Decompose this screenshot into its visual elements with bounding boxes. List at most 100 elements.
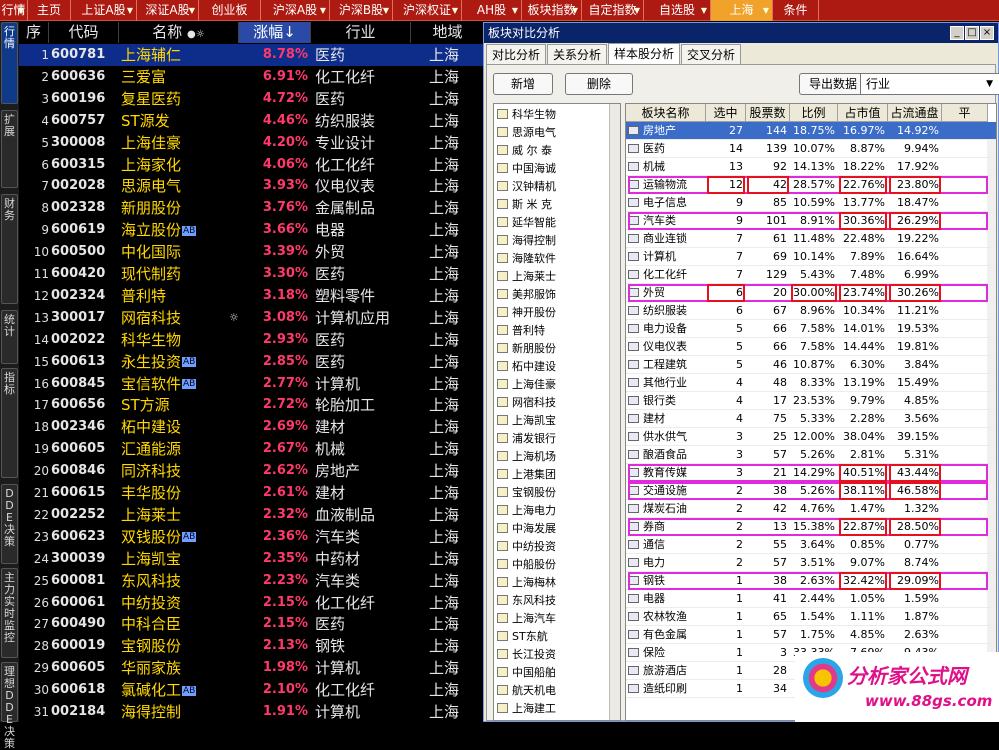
stock-list-item[interactable]: 宝钢股份: [497, 484, 556, 502]
table-row[interactable]: 电器 1 41 2.44% 1.05% 1.59%: [626, 590, 996, 608]
table-row[interactable]: 电子信息 9 85 10.59% 13.77% 18.47%: [626, 194, 996, 212]
add-button[interactable]: 新增: [493, 73, 553, 95]
table-row[interactable]: 电力 2 57 3.51% 9.07% 8.74%: [626, 554, 996, 572]
stock-row[interactable]: 2 600636 三爱富 6.91% 化工化纤 上海: [19, 66, 485, 88]
table-row[interactable]: 房地产 27 144 18.75% 16.97% 14.92%: [626, 122, 996, 140]
stock-row[interactable]: 8 002328 新朋股份 3.76% 金属制品 上海: [19, 197, 485, 219]
stock-list-item[interactable]: 柘中建设: [497, 358, 556, 376]
stock-list-item[interactable]: 上海建工: [497, 700, 556, 718]
table-row[interactable]: 汽车类 9 101 8.91% 30.36% 26.29%: [626, 212, 996, 230]
stock-row[interactable]: 3 600196 复星医药 4.72% 医药 上海: [19, 88, 485, 110]
delete-button[interactable]: 删除: [565, 73, 633, 95]
stock-list-item[interactable]: 新朋股份: [497, 340, 556, 358]
stock-list-item[interactable]: 海得控制: [497, 232, 556, 250]
table-row[interactable]: 银行类 4 17 23.53% 9.79% 4.85%: [626, 392, 996, 410]
topbar-tab-10[interactable]: 自定指数 ▼: [582, 0, 644, 21]
minimize-button[interactable]: _: [950, 26, 964, 40]
stock-row[interactable]: 9 600619 海立股份 AB 3.66% 电器 上海: [19, 219, 485, 241]
stock-row[interactable]: 23 600623 双钱股份 AB 2.36% 汽车类 上海: [19, 526, 485, 548]
stock-row[interactable]: 25 600081 东风科技 2.23% 汽车类 上海: [19, 570, 485, 592]
topbar-tab-12[interactable]: 上海 ▼: [711, 0, 773, 21]
header-industry[interactable]: 行业: [311, 22, 411, 43]
stock-list-item[interactable]: 神开股份: [497, 304, 556, 322]
export-button[interactable]: 导出数据: [799, 73, 867, 95]
stock-list-item[interactable]: 上海梅林: [497, 574, 556, 592]
stock-list-item[interactable]: 中船股份: [497, 556, 556, 574]
table-row[interactable]: 机械 13 92 14.13% 18.22% 17.92%: [626, 158, 996, 176]
topbar-tab-6[interactable]: 沪深B股 ▼: [330, 0, 393, 21]
stock-row[interactable]: 6 600315 上海家化 4.06% 化工化纤 上海: [19, 154, 485, 176]
topbar-tab-3[interactable]: 深证A股 ▼: [137, 0, 199, 21]
stock-row[interactable]: 19 600605 汇通能源 2.67% 机械 上海: [19, 438, 485, 460]
side-tab-7[interactable]: 理想DDE决策: [1, 662, 18, 750]
stock-list-item[interactable]: 中国船舶: [497, 664, 556, 682]
stock-row[interactable]: 24 300039 上海凯宝 2.35% 中药材 上海: [19, 548, 485, 570]
stock-list-item[interactable]: 中海发展: [497, 520, 556, 538]
table-header-2[interactable]: 股票数: [746, 104, 790, 122]
stock-list-item[interactable]: 中纺投资: [497, 538, 556, 556]
table-row[interactable]: 券商 2 13 15.38% 22.87% 28.50%: [626, 518, 996, 536]
stock-list-scrollbar[interactable]: [609, 104, 620, 720]
stock-row[interactable]: 20 600846 同济科技 2.62% 房地产 上海: [19, 460, 485, 482]
side-tab-2[interactable]: 财务: [1, 194, 18, 304]
table-row[interactable]: 商业连锁 7 61 11.48% 22.48% 19.22%: [626, 230, 996, 248]
stock-row[interactable]: 4 600757 ST源发 4.46% 纺织服装 上海: [19, 110, 485, 132]
table-row[interactable]: 煤炭石油 2 42 4.76% 1.47% 1.32%: [626, 500, 996, 518]
stock-list-item[interactable]: 威 尔 泰: [497, 142, 552, 160]
window-tab-1[interactable]: 关系分析: [547, 44, 608, 64]
category-select[interactable]: 行业 ▼: [860, 73, 999, 95]
table-row[interactable]: 运输物流 12 42 28.57% 22.76% 23.80%: [626, 176, 996, 194]
window-tab-0[interactable]: 对比分析: [486, 44, 547, 64]
stock-row[interactable]: 31 002184 海得控制 1.91% 计算机 上海: [19, 701, 485, 723]
stock-list-item[interactable]: 上海莱士: [497, 268, 556, 286]
stock-list-item[interactable]: 斯 米 克: [497, 196, 552, 214]
window-tab-3[interactable]: 交叉分析: [681, 44, 742, 64]
topbar-tab-11[interactable]: 自选股 ▼: [644, 0, 711, 21]
maximize-button[interactable]: □: [965, 26, 979, 40]
stock-list-item[interactable]: 东风科技: [497, 592, 556, 610]
topbar-tab-1[interactable]: 主页: [28, 0, 71, 21]
table-row[interactable]: 钢铁 1 38 2.63% 32.42% 29.09%: [626, 572, 996, 590]
table-row[interactable]: 建材 4 75 5.33% 2.28% 3.56%: [626, 410, 996, 428]
stock-row[interactable]: 29 600605 华丽家族 1.98% 计算机 上海: [19, 657, 485, 679]
table-row[interactable]: 医药 14 139 10.07% 8.87% 9.94%: [626, 140, 996, 158]
close-button[interactable]: ×: [980, 26, 994, 40]
table-row[interactable]: 计算机 7 69 10.14% 7.89% 16.64%: [626, 248, 996, 266]
stock-row[interactable]: 1 600781 上海辅仁 8.78% 医药 上海: [19, 44, 485, 66]
header-region[interactable]: 地域: [411, 22, 485, 43]
stock-list-item[interactable]: 网宿科技: [497, 394, 556, 412]
stock-list-item[interactable]: 中国海诚: [497, 160, 556, 178]
stock-row[interactable]: 22 002252 上海莱士 2.32% 血液制品 上海: [19, 504, 485, 526]
stock-row[interactable]: 30 600618 氯碱化工 AB 2.10% 化工化纤 上海: [19, 679, 485, 701]
table-header-1[interactable]: 选中: [706, 104, 746, 122]
header-code[interactable]: 代码: [49, 22, 119, 43]
table-header-0[interactable]: 板块名称: [626, 104, 706, 122]
stock-list-item[interactable]: ST东航: [497, 628, 548, 646]
table-row[interactable]: 交通设施 2 38 5.26% 38.11% 46.58%: [626, 482, 996, 500]
topbar-tab-0[interactable]: 行情 ▼: [0, 0, 28, 21]
table-row[interactable]: 其他行业 4 48 8.33% 13.19% 15.49%: [626, 374, 996, 392]
stock-row[interactable]: 17 600656 ST方源 2.72% 轮胎加工 上海: [19, 394, 485, 416]
stock-row[interactable]: 13 300017 网宿科技 ☼ 3.08% 计算机应用 上海: [19, 307, 485, 329]
table-header-4[interactable]: 占市值: [838, 104, 888, 122]
stock-list-item[interactable]: 美邦服饰: [497, 286, 556, 304]
header-no[interactable]: 序号: [19, 22, 49, 62]
stock-row[interactable]: 7 002028 思源电气 3.93% 仪电仪表 上海: [19, 175, 485, 197]
stock-row[interactable]: 5 300008 上海佳豪 4.20% 专业设计 上海: [19, 132, 485, 154]
stock-row[interactable]: 26 600061 中纺投资 2.15% 化工化纤 上海: [19, 592, 485, 614]
stock-row[interactable]: 21 600615 丰华股份 2.61% 建材 上海: [19, 482, 485, 504]
table-header-5[interactable]: 占流通盘: [888, 104, 942, 122]
stock-list-item[interactable]: 上港集团: [497, 466, 556, 484]
table-row[interactable]: 外贸 6 20 30.00% 23.74% 30.26%: [626, 284, 996, 302]
stock-list-item[interactable]: 上海佳豪: [497, 376, 556, 394]
table-header-6[interactable]: 平: [942, 104, 988, 122]
stock-list-item[interactable]: 浦发银行: [497, 430, 556, 448]
stock-list-item[interactable]: 上海汽车: [497, 610, 556, 628]
header-change[interactable]: 涨幅↓: [239, 22, 311, 43]
table-row[interactable]: 工程建筑 5 46 10.87% 6.30% 3.84%: [626, 356, 996, 374]
table-row[interactable]: 纺织服装 6 67 8.96% 10.34% 11.21%: [626, 302, 996, 320]
table-row[interactable]: 化工化纤 7 129 5.43% 7.48% 6.99%: [626, 266, 996, 284]
topbar-tab-8[interactable]: AH股 ▼: [462, 0, 522, 21]
stock-row[interactable]: 15 600613 永生投资 AB 2.85% 医药 上海: [19, 351, 485, 373]
table-row[interactable]: 有色金属 1 57 1.75% 4.85% 2.63%: [626, 626, 996, 644]
